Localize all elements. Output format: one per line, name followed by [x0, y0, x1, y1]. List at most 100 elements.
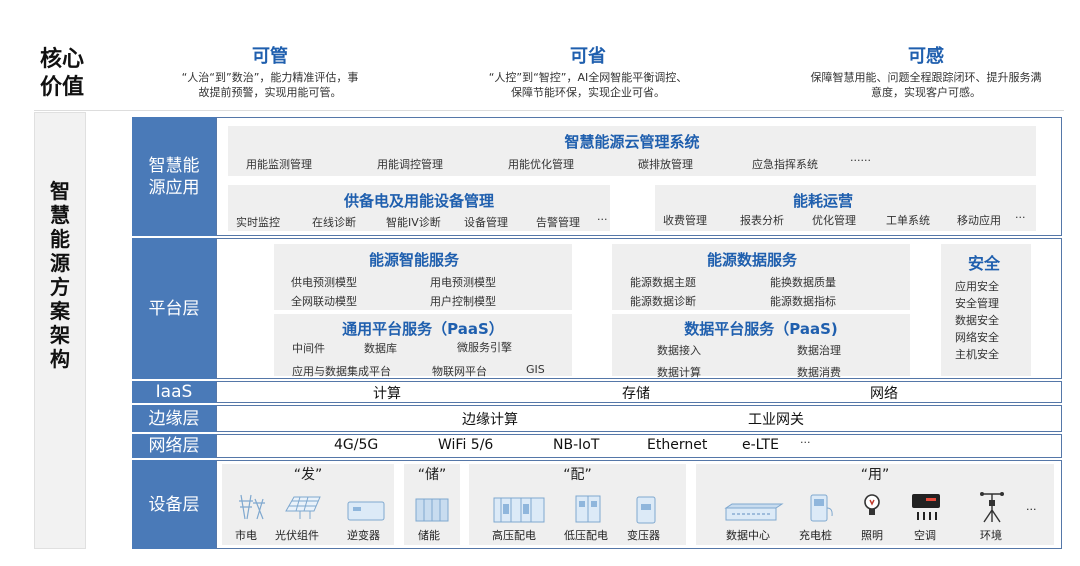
cloud-item-more: ······ [850, 154, 871, 167]
security-item: 数据安全 [955, 314, 999, 327]
edge-item: 工业网关 [748, 412, 804, 428]
network-item: WiFi 5/6 [438, 437, 494, 453]
network-item-more: ··· [800, 436, 811, 449]
inverter-icon [347, 500, 385, 526]
layer-label-iaas: IaaS [132, 381, 216, 403]
high-voltage-cabinet-icon [493, 495, 545, 527]
cloud-item: 用能监测管理 [246, 158, 312, 171]
network-item: e-LTE [742, 437, 779, 453]
network-item: NB-IoT [553, 437, 600, 453]
security-item: 安全管理 [955, 297, 999, 310]
supply-item: 实时监控 [236, 216, 280, 229]
ops-item: 优化管理 [812, 214, 856, 227]
edge-item: 边缘计算 [462, 412, 518, 428]
device-label-more: ··· [1026, 503, 1037, 516]
device-group-title: “用” [860, 467, 890, 483]
value-saving: 可省 “人控”到“智控”，AI全网智能平衡调控、 保障节能环保，实现企业可省。 [488, 46, 688, 99]
paas-item: 微服务引擎 [457, 341, 512, 354]
device-group-title: “储” [417, 467, 447, 483]
environment-sensor-icon [978, 488, 1006, 528]
supply-item: 智能IV诊断 [386, 216, 441, 229]
ops-item: 移动应用 [957, 214, 1001, 227]
paas-item: 应用与数据集成平台 [292, 365, 391, 378]
cloud-item: 应急指挥系统 [752, 158, 818, 171]
low-voltage-cabinet-icon [575, 495, 601, 527]
iaas-item: 计算 [373, 386, 401, 402]
device-label: 照明 [861, 529, 883, 542]
device-label: 变压器 [627, 529, 660, 542]
solar-panel-icon [284, 493, 324, 525]
value-manageable: 可管 “人治“到”数治”，能力精准评估，事 故提前预警，实现用能可管。 [181, 46, 359, 99]
data-center-icon [724, 502, 784, 526]
ops-item-more: ··· [1015, 211, 1026, 224]
edge-layer-frame [216, 405, 1062, 432]
device-label: 数据中心 [726, 529, 770, 542]
data-service-item: 能源数据指标 [770, 295, 836, 308]
device-group-title: “发” [293, 467, 323, 483]
data-paas-item: 数据治理 [797, 344, 841, 357]
ops-item: 报表分析 [740, 214, 784, 227]
security-title: 安全 [967, 254, 1000, 273]
data-paas-title: 数据平台服务（PaaS) [684, 320, 838, 338]
intelligent-item: 供电预测模型 [291, 276, 357, 289]
ops-item: 收费管理 [663, 214, 707, 227]
device-label: 光伏组件 [275, 529, 319, 542]
security-item: 主机安全 [955, 348, 999, 361]
device-label: 逆变器 [347, 529, 380, 542]
cloud-management-title: 智慧能源云管理系统 [564, 133, 700, 151]
data-service-title: 能源数据服务 [706, 251, 797, 269]
general-paas-title: 通用平台服务（PaaS） [342, 320, 504, 338]
device-label: 低压配电 [564, 529, 608, 542]
intelligent-item: 全网联动模型 [291, 295, 357, 308]
iaas-item: 网络 [870, 386, 898, 402]
battery-storage-icon [415, 498, 449, 526]
device-group-title: “配” [563, 467, 592, 483]
cloud-item: 用能优化管理 [508, 158, 574, 171]
paas-item: GIS [526, 363, 545, 376]
lighting-icon [862, 493, 882, 523]
device-label: 空调 [914, 529, 936, 542]
ops-item: 工单系统 [886, 214, 930, 227]
air-conditioner-icon [910, 492, 942, 526]
core-value-title: 核心 价值 [40, 47, 85, 100]
device-label: 充电桩 [799, 529, 832, 542]
data-service-item: 能换数据质量 [770, 276, 836, 289]
network-item: 4G/5G [334, 437, 379, 453]
value-perceivable: 可感 保障智慧用能、问题全程跟踪闭环、提升服务满 意度，实现客户可感。 [810, 46, 1042, 99]
power-tower-icon [235, 493, 269, 525]
layer-label-platform: 平台层 [132, 238, 216, 379]
data-service-item: 能源数据主题 [630, 276, 696, 289]
data-paas-item: 数据接入 [657, 344, 701, 357]
charging-pile-icon [808, 494, 834, 526]
supply-management-title: 供备电及用能设备管理 [343, 192, 494, 210]
data-service-item: 能源数据诊断 [630, 295, 696, 308]
paas-item: 数据库 [364, 342, 397, 355]
security-item: 应用安全 [955, 280, 999, 293]
intelligent-item: 用电预测模型 [430, 276, 496, 289]
device-label: 高压配电 [492, 529, 536, 542]
layer-label-app: 智慧能源应用 [132, 117, 216, 236]
intelligent-item: 用户控制模型 [430, 295, 496, 308]
device-label: 市电 [235, 529, 257, 542]
energy-ops-title: 能耗运营 [792, 192, 853, 210]
layer-label-network: 网络层 [132, 434, 216, 458]
network-item: Ethernet [647, 437, 708, 453]
supply-item: 在线诊断 [312, 216, 356, 229]
intelligent-service-title: 能源智能服务 [368, 251, 459, 269]
layer-label-device: 设备层 [132, 460, 216, 549]
supply-item: 设备管理 [464, 216, 508, 229]
supply-item-more: ··· [597, 213, 608, 226]
transformer-icon [636, 496, 656, 528]
header-divider [34, 110, 1064, 111]
cloud-item: 碳排放管理 [638, 158, 693, 171]
data-paas-item: 数据消费 [797, 366, 841, 379]
security-item: 网络安全 [955, 331, 999, 344]
data-paas-item: 数据计算 [657, 366, 701, 379]
paas-item: 中间件 [292, 342, 325, 355]
cloud-item: 用能调控管理 [377, 158, 443, 171]
device-label: 环境 [980, 529, 1002, 542]
paas-item: 物联网平台 [432, 365, 487, 378]
supply-item: 告警管理 [536, 216, 580, 229]
layer-label-edge: 边缘层 [132, 405, 216, 432]
iaas-item: 存储 [622, 386, 650, 402]
